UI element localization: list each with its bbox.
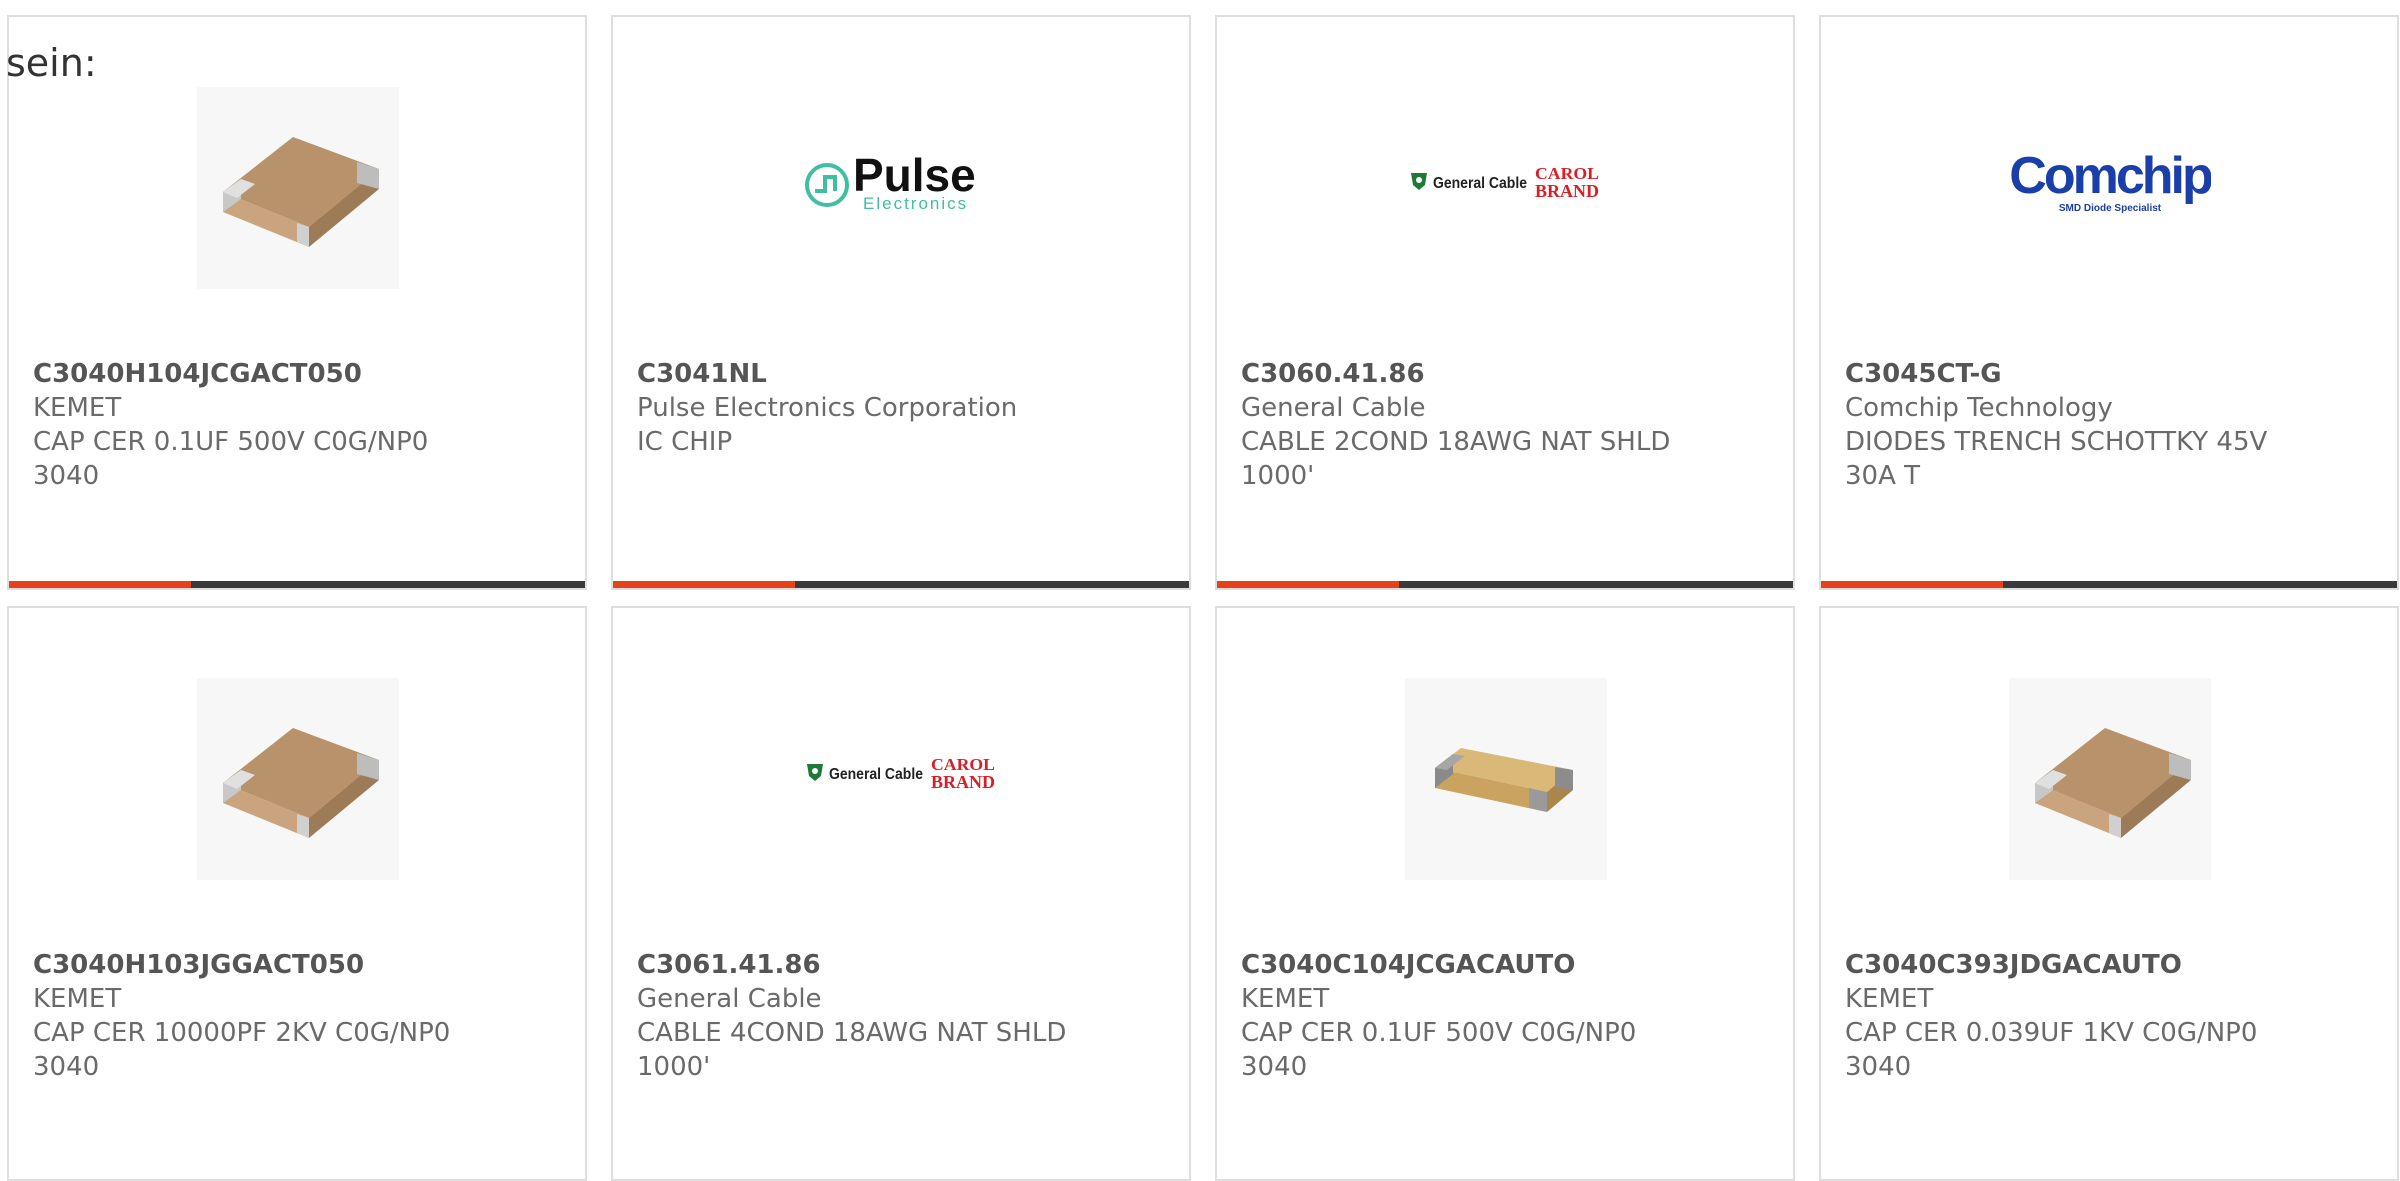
- pulse-electronics-logo: Pulse Electronics: [801, 87, 1003, 289]
- description: CAP CER 10000PF 2KV C0G/NP0 3040: [33, 1018, 451, 1082]
- comchip-logo: Comchip SMD Diode Specialist: [2009, 87, 2211, 289]
- general-cable-logo-name: General Cable: [1433, 175, 1527, 192]
- capacitor-icon: [2009, 678, 2211, 880]
- manufacturer: KEMET: [33, 984, 122, 1014]
- card-progress-accent: [9, 581, 191, 588]
- carol-logo-bottom: BRAND: [931, 772, 995, 792]
- description: CAP CER 0.1UF 500V C0G/NP0 3040: [1241, 1018, 1637, 1082]
- part-number[interactable]: C3060.41.86: [1241, 357, 1681, 391]
- manufacturer: KEMET: [33, 393, 122, 423]
- product-grid: C3040H104JCGACT050 KEMET CAP CER 0.1UF 5…: [7, 15, 2400, 1181]
- product-card[interactable]: General Cable CAROL BRAND C3060.41.86 Ge…: [1215, 15, 1795, 590]
- product-card[interactable]: C3040H103JGGACT050 KEMET CAP CER 10000PF…: [7, 606, 587, 1181]
- product-card[interactable]: Pulse Electronics C3041NL Pulse Electron…: [611, 15, 1191, 590]
- capacitor-icon: [197, 87, 399, 289]
- general-cable-logo-name: General Cable: [829, 766, 923, 783]
- comchip-logo-sub: SMD Diode Specialist: [2059, 203, 2162, 214]
- part-number[interactable]: C3045CT-G: [1845, 357, 2285, 391]
- carol-logo-bottom: BRAND: [1535, 181, 1599, 201]
- card-progress-bar: [9, 581, 585, 588]
- part-number[interactable]: C3041NL: [637, 357, 1077, 391]
- description: CABLE 2COND 18AWG NAT SHLD 1000': [1241, 427, 1671, 491]
- comchip-logo-name: Comchip: [2009, 147, 2211, 205]
- product-card[interactable]: C3040H104JCGACT050 KEMET CAP CER 0.1UF 5…: [7, 15, 587, 590]
- description: CAP CER 0.039UF 1KV C0G/NP0 3040: [1845, 1018, 2258, 1082]
- manufacturer: KEMET: [1241, 984, 1330, 1014]
- card-progress-bar: [1217, 581, 1793, 588]
- intro-text: sein:: [6, 41, 97, 85]
- capacitor-icon: [1405, 678, 1607, 880]
- description: DIODES TRENCH SCHOTTKY 45V 30A T: [1845, 427, 2268, 491]
- manufacturer: Comchip Technology: [1845, 393, 2113, 423]
- pulse-logo-sub: Electronics: [863, 194, 968, 213]
- capacitor-icon: [197, 678, 399, 880]
- manufacturer: KEMET: [1845, 984, 1934, 1014]
- product-card[interactable]: Comchip SMD Diode Specialist C3045CT-G C…: [1819, 15, 2399, 590]
- description: CABLE 4COND 18AWG NAT SHLD 1000': [637, 1018, 1067, 1082]
- manufacturer: General Cable: [637, 984, 822, 1014]
- product-card[interactable]: C3040C393JDGACAUTO KEMET CAP CER 0.039UF…: [1819, 606, 2399, 1181]
- manufacturer: General Cable: [1241, 393, 1426, 423]
- card-progress-accent: [1821, 581, 2003, 588]
- general-cable-logo: General Cable CAROL BRAND: [801, 678, 1003, 880]
- description: IC CHIP: [637, 427, 733, 457]
- product-card[interactable]: C3040C104JCGACAUTO KEMET CAP CER 0.1UF 5…: [1215, 606, 1795, 1181]
- part-number[interactable]: C3040C393JDGACAUTO: [1845, 948, 2285, 982]
- product-card[interactable]: General Cable CAROL BRAND C3061.41.86 Ge…: [611, 606, 1191, 1181]
- part-number[interactable]: C3040C104JCGACAUTO: [1241, 948, 1681, 982]
- card-progress-bar: [613, 581, 1189, 588]
- card-progress-accent: [1217, 581, 1399, 588]
- general-cable-logo: General Cable CAROL BRAND: [1405, 87, 1607, 289]
- card-progress-accent: [613, 581, 795, 588]
- part-number[interactable]: C3040H103JGGACT050: [33, 948, 473, 982]
- manufacturer: Pulse Electronics Corporation: [637, 393, 1018, 423]
- description: CAP CER 0.1UF 500V C0G/NP0 3040: [33, 427, 429, 491]
- part-number[interactable]: C3040H104JCGACT050: [33, 357, 473, 391]
- part-number[interactable]: C3061.41.86: [637, 948, 1077, 982]
- card-progress-bar: [1821, 581, 2397, 588]
